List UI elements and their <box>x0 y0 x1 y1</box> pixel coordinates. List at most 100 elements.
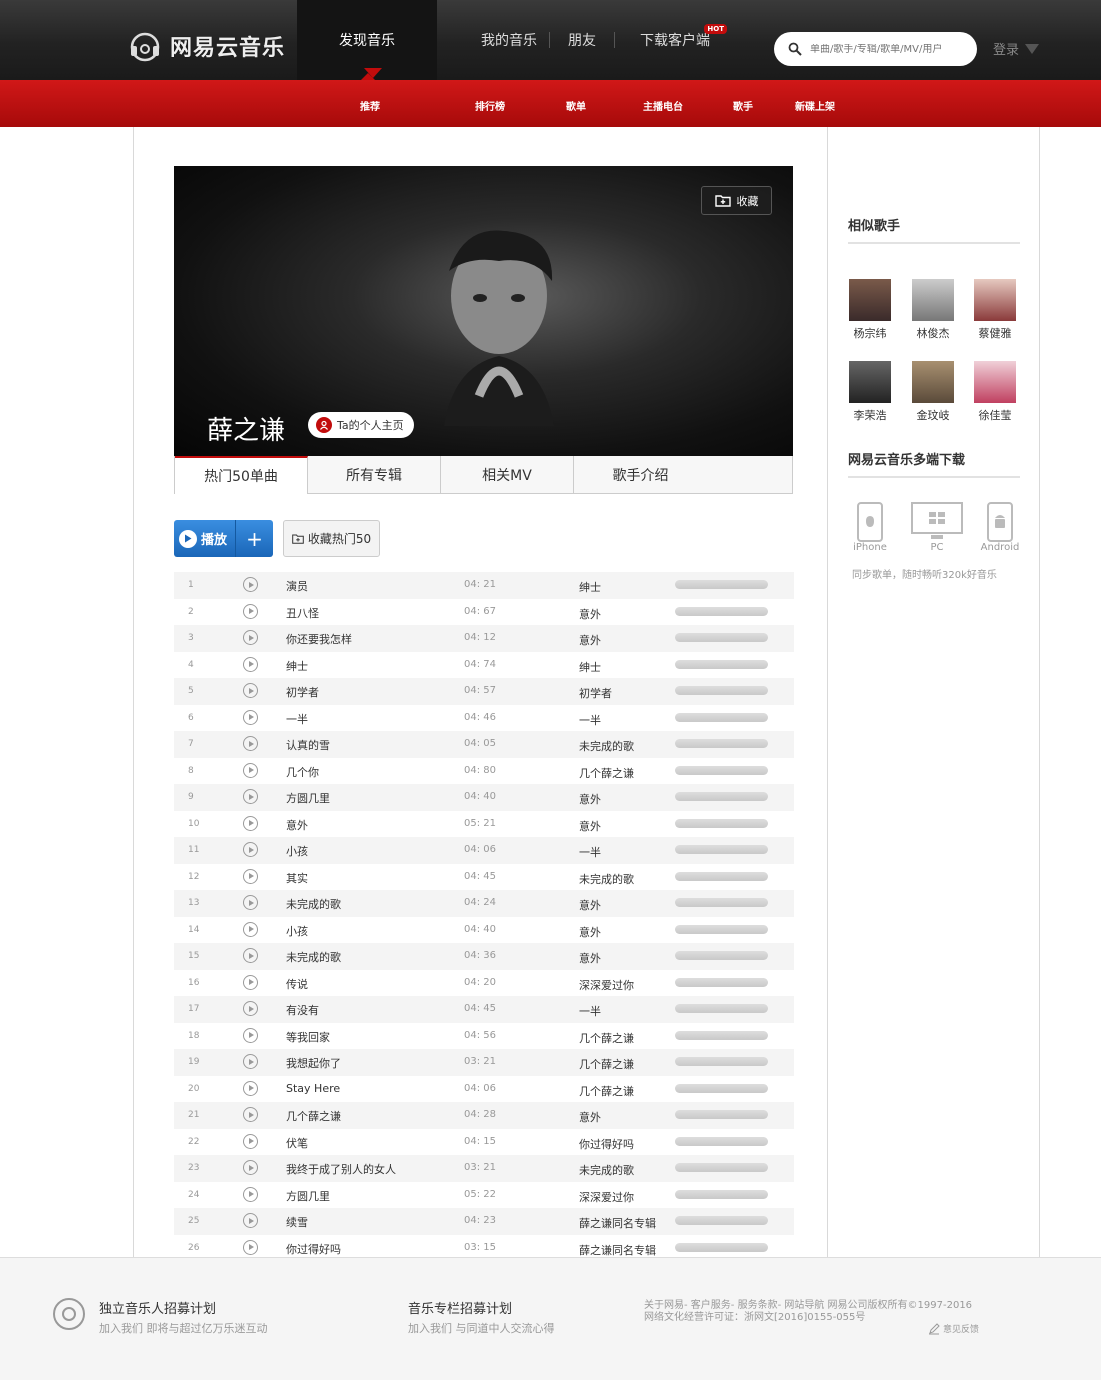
song-title[interactable]: 认真的雪 <box>286 737 330 753</box>
song-album[interactable]: 一半 <box>579 1003 601 1019</box>
song-title[interactable]: 伏笔 <box>286 1135 308 1151</box>
play-song-icon[interactable] <box>243 762 258 778</box>
song-title[interactable]: 丑八怪 <box>286 605 319 621</box>
song-album[interactable]: 几个薛之谦 <box>579 1056 634 1072</box>
song-title[interactable]: 小孩 <box>286 923 308 939</box>
subnav-artists[interactable]: 歌手 <box>733 98 753 113</box>
song-album[interactable]: 意外 <box>579 1109 601 1125</box>
song-row[interactable]: 7 认真的雪 04: 05 未完成的歌 <box>174 731 794 758</box>
song-row[interactable]: 24 方圆几里 05: 22 深深爱过你 <box>174 1182 794 1209</box>
play-song-icon[interactable] <box>243 1239 258 1255</box>
song-album[interactable]: 意外 <box>579 924 601 940</box>
add-to-queue-button[interactable]: + <box>236 527 273 551</box>
play-song-icon[interactable] <box>243 683 258 698</box>
footer-musician-program[interactable]: 独立音乐人招募计划 加入我们 即将与超过亿万乐迷互动 <box>99 1298 268 1336</box>
song-album[interactable]: 意外 <box>579 897 601 913</box>
play-song-icon[interactable] <box>243 948 258 963</box>
play-song-icon[interactable] <box>243 1186 258 1202</box>
song-title[interactable]: Stay Here <box>286 1082 340 1095</box>
play-song-icon[interactable] <box>243 577 258 592</box>
song-album[interactable]: 一半 <box>579 712 601 728</box>
song-title[interactable]: 我终于成了别人的女人 <box>286 1161 396 1177</box>
play-song-icon[interactable] <box>243 656 258 672</box>
similar-artist[interactable]: 杨宗纬 <box>848 279 892 341</box>
song-album[interactable]: 几个薛之谦 <box>579 1083 634 1099</box>
song-album[interactable]: 未完成的歌 <box>579 871 634 887</box>
song-row[interactable]: 17 有没有 04: 45 一半 <box>174 996 794 1023</box>
song-row[interactable]: 25 续雪 04: 23 薛之谦同名专辑 <box>174 1208 794 1235</box>
tab-artist-intro[interactable]: 歌手介绍 <box>574 456 707 493</box>
song-album[interactable]: 深深爱过你 <box>579 977 634 993</box>
tab-albums[interactable]: 所有专辑 <box>308 456 441 493</box>
song-row[interactable]: 16 传说 04: 20 深深爱过你 <box>174 970 794 997</box>
song-row[interactable]: 12 其实 04: 45 未完成的歌 <box>174 864 794 891</box>
song-title[interactable]: 续雪 <box>286 1214 308 1230</box>
song-row[interactable]: 6 一半 04: 46 一半 <box>174 705 794 732</box>
song-row[interactable]: 4 绅士 04: 74 绅士 <box>174 652 794 679</box>
subnav-radio[interactable]: 主播电台 <box>643 98 683 113</box>
download-iphone[interactable]: iPhone <box>850 502 890 553</box>
song-row[interactable]: 14 小孩 04: 40 意外 <box>174 917 794 944</box>
subnav-recommend[interactable]: 推荐 <box>360 98 380 113</box>
play-song-icon[interactable] <box>243 1133 258 1149</box>
song-row[interactable]: 22 伏笔 04: 15 你过得好吗 <box>174 1129 794 1156</box>
song-row[interactable]: 2 丑八怪 04: 67 意外 <box>174 599 794 626</box>
play-song-icon[interactable] <box>243 1080 258 1096</box>
song-row[interactable]: 9 方圆几里 04: 40 意外 <box>174 784 794 811</box>
song-title[interactable]: 等我回家 <box>286 1029 330 1045</box>
song-album[interactable]: 意外 <box>579 791 601 807</box>
song-album[interactable]: 意外 <box>579 818 601 834</box>
play-song-icon[interactable] <box>243 1213 258 1228</box>
download-pc[interactable]: PC <box>911 502 963 553</box>
download-android[interactable]: Android <box>980 502 1020 553</box>
song-row[interactable]: 20 Stay Here 04: 06 几个薛之谦 <box>174 1076 794 1103</box>
collect-hot50-button[interactable]: 收藏热门50 <box>283 520 380 557</box>
subnav-playlists[interactable]: 歌单 <box>566 98 586 113</box>
song-title[interactable]: 几个薛之谦 <box>286 1108 341 1124</box>
song-album[interactable]: 薛之谦同名专辑 <box>579 1242 656 1258</box>
search-input[interactable] <box>810 43 960 55</box>
play-button[interactable]: 播放 <box>174 520 236 557</box>
song-album[interactable]: 几个薛之谦 <box>579 1030 634 1046</box>
play-song-icon[interactable] <box>243 1107 258 1122</box>
play-song-icon[interactable] <box>243 868 258 884</box>
logo[interactable]: 网易云音乐 <box>128 28 285 64</box>
song-album[interactable]: 意外 <box>579 950 601 966</box>
song-row[interactable]: 5 初学者 04: 57 初学者 <box>174 678 794 705</box>
footer-column-program[interactable]: 音乐专栏招募计划 加入我们 与同道中人交流心得 <box>408 1298 555 1336</box>
similar-artist[interactable]: 徐佳莹 <box>973 361 1017 423</box>
login-button[interactable]: 登录 <box>993 39 1040 58</box>
song-row[interactable]: 23 我终于成了别人的女人 03: 21 未完成的歌 <box>174 1155 794 1182</box>
song-album[interactable]: 绅士 <box>579 579 601 595</box>
play-song-icon[interactable] <box>243 709 258 725</box>
song-title[interactable]: 小孩 <box>286 843 308 859</box>
song-title[interactable]: 有没有 <box>286 1002 319 1018</box>
song-title[interactable]: 几个你 <box>286 764 319 780</box>
song-album[interactable]: 意外 <box>579 632 601 648</box>
play-song-icon[interactable] <box>243 1054 258 1069</box>
song-title[interactable]: 绅士 <box>286 658 308 674</box>
song-title[interactable]: 你还要我怎样 <box>286 631 352 647</box>
similar-artist[interactable]: 金玟岐 <box>911 361 955 423</box>
play-song-icon[interactable] <box>243 842 258 857</box>
subnav-new-albums[interactable]: 新碟上架 <box>795 98 835 113</box>
song-title[interactable]: 一半 <box>286 711 308 727</box>
similar-artist[interactable]: 蔡健雅 <box>973 279 1017 341</box>
song-album[interactable]: 未完成的歌 <box>579 738 634 754</box>
tab-hot-songs[interactable]: 热门50单曲 <box>175 456 308 494</box>
song-title[interactable]: 演员 <box>286 578 308 594</box>
tab-mv[interactable]: 相关MV <box>441 456 574 493</box>
song-row[interactable]: 18 等我回家 04: 56 几个薛之谦 <box>174 1023 794 1050</box>
nav-my-music[interactable]: 我的音乐 <box>469 0 549 80</box>
song-album[interactable]: 一半 <box>579 844 601 860</box>
song-album[interactable]: 薛之谦同名专辑 <box>579 1215 656 1231</box>
song-title[interactable]: 方圆几里 <box>286 790 330 806</box>
subnav-charts[interactable]: 排行榜 <box>475 98 505 113</box>
song-row[interactable]: 21 几个薛之谦 04: 28 意外 <box>174 1102 794 1129</box>
artist-homepage-button[interactable]: Ta的个人主页 <box>308 412 414 438</box>
song-album[interactable]: 绅士 <box>579 659 601 675</box>
song-row[interactable]: 19 我想起你了 03: 21 几个薛之谦 <box>174 1049 794 1076</box>
nav-download[interactable]: 下载客户端 HOT <box>615 0 735 80</box>
song-row[interactable]: 11 小孩 04: 06 一半 <box>174 837 794 864</box>
play-song-icon[interactable] <box>243 815 258 831</box>
